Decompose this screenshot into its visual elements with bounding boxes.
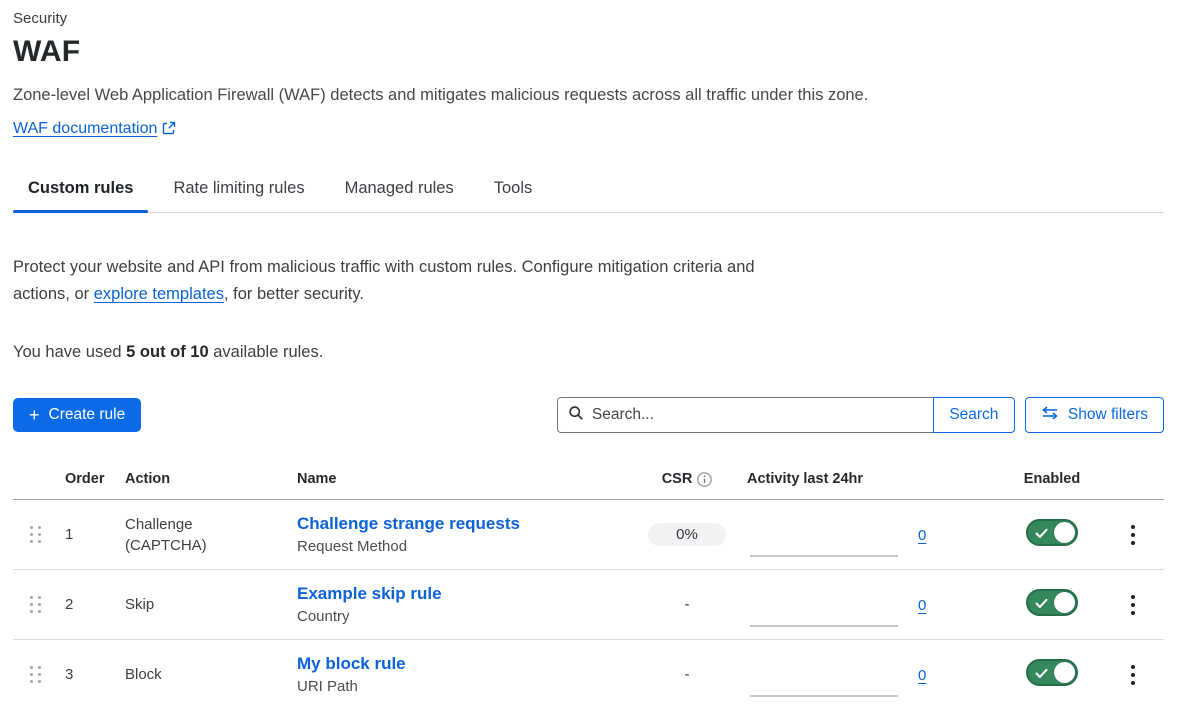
header-activity: Activity last 24hr xyxy=(747,471,977,487)
rule-enabled-cell xyxy=(977,519,1127,550)
rule-csr-cell: 0% xyxy=(627,523,747,546)
kebab-menu-button[interactable] xyxy=(1127,661,1139,689)
rule-order: 3 xyxy=(65,666,125,683)
swap-arrows-icon xyxy=(1041,406,1059,425)
breadcrumb: Security xyxy=(13,10,1164,27)
rule-name-cell: Example skip rule Country xyxy=(297,584,627,625)
waf-page: Security WAF Zone-level Web Application … xyxy=(0,0,1177,707)
rule-enabled-cell xyxy=(977,589,1127,620)
show-filters-label: Show filters xyxy=(1068,406,1148,424)
toggle-knob xyxy=(1054,592,1075,613)
tab-managed-rules[interactable]: Managed rules xyxy=(330,169,469,212)
external-link-icon xyxy=(162,121,176,140)
rule-activity-cell: 0 xyxy=(747,653,977,697)
usage-text-after: available rules. xyxy=(209,343,324,361)
csr-value: - xyxy=(685,596,690,613)
search-button[interactable]: Search xyxy=(933,397,1015,433)
rules-table: Order Action Name CSR Activity last 24hr… xyxy=(13,461,1164,707)
page-title: WAF xyxy=(13,35,1164,69)
tab-bar: Custom rules Rate limiting rules Managed… xyxy=(13,169,1164,213)
drag-handle-icon[interactable] xyxy=(30,526,42,543)
kebab-menu-button[interactable] xyxy=(1127,521,1139,549)
activity-sparkline xyxy=(750,527,898,557)
header-csr-label: CSR xyxy=(662,471,693,487)
rule-menu-cell xyxy=(1127,591,1167,619)
enabled-toggle[interactable] xyxy=(1026,589,1078,616)
rule-activity-cell: 0 xyxy=(747,513,977,557)
usage-text-before: You have used xyxy=(13,343,126,361)
activity-count-link[interactable]: 0 xyxy=(918,597,926,614)
header-action: Action xyxy=(125,471,297,487)
search-input[interactable] xyxy=(592,406,923,424)
rule-enabled-cell xyxy=(977,659,1127,690)
search-box xyxy=(557,397,934,433)
csr-value: - xyxy=(685,666,690,683)
drag-handle-cell xyxy=(13,596,65,613)
rule-csr-cell: - xyxy=(627,596,747,613)
csr-value: 0% xyxy=(648,523,726,546)
rule-name-link[interactable]: My block rule xyxy=(297,654,627,674)
rule-name-cell: Challenge strange requests Request Metho… xyxy=(297,514,627,555)
info-icon[interactable] xyxy=(697,472,712,487)
drag-handle-cell xyxy=(13,666,65,683)
check-icon xyxy=(1035,526,1048,543)
rule-action: Challenge (CAPTCHA) xyxy=(125,514,297,556)
usage-count: 5 out of 10 xyxy=(126,343,209,361)
table-header-row: Order Action Name CSR Activity last 24hr… xyxy=(13,461,1164,500)
search-icon xyxy=(568,405,584,426)
create-rule-label: Create rule xyxy=(49,406,126,424)
enabled-toggle[interactable] xyxy=(1026,519,1078,546)
rule-action: Skip xyxy=(125,594,297,615)
rule-match-field: Request Method xyxy=(297,538,627,555)
rule-name-cell: My block rule URI Path xyxy=(297,654,627,695)
toolbar: + Create rule Search Show filters xyxy=(13,397,1164,433)
check-icon xyxy=(1035,666,1048,683)
tab-custom-rules[interactable]: Custom rules xyxy=(13,169,148,212)
header-enabled: Enabled xyxy=(977,471,1127,487)
activity-count-link[interactable]: 0 xyxy=(918,527,926,544)
waf-documentation-link[interactable]: WAF documentation xyxy=(13,120,157,137)
rule-match-field: URI Path xyxy=(297,678,627,695)
rule-menu-cell xyxy=(1127,521,1167,549)
tab-rate-limiting-rules[interactable]: Rate limiting rules xyxy=(158,169,319,212)
rule-name-link[interactable]: Challenge strange requests xyxy=(297,514,627,534)
plus-icon: + xyxy=(29,406,40,424)
create-rule-button[interactable]: + Create rule xyxy=(13,398,141,432)
enabled-toggle[interactable] xyxy=(1026,659,1078,686)
rule-csr-cell: - xyxy=(627,666,747,683)
header-name: Name xyxy=(297,471,627,487)
drag-handle-icon[interactable] xyxy=(30,666,42,683)
drag-handle-cell xyxy=(13,526,65,543)
activity-count-link[interactable]: 0 xyxy=(918,667,926,684)
rule-action: Block xyxy=(125,664,297,685)
rule-match-field: Country xyxy=(297,608,627,625)
activity-sparkline xyxy=(750,597,898,627)
rule-activity-cell: 0 xyxy=(747,583,977,627)
usage-text: You have used 5 out of 10 available rule… xyxy=(13,343,1164,362)
tab-tools[interactable]: Tools xyxy=(479,169,548,212)
rule-menu-cell xyxy=(1127,661,1167,689)
toggle-knob xyxy=(1054,522,1075,543)
intro-text-after: , for better security. xyxy=(224,285,364,303)
table-row: 2 Skip Example skip rule Country - 0 xyxy=(13,570,1164,640)
drag-handle-icon[interactable] xyxy=(30,596,42,613)
check-icon xyxy=(1035,596,1048,613)
activity-sparkline xyxy=(750,667,898,697)
show-filters-button[interactable]: Show filters xyxy=(1025,397,1164,433)
rule-order: 1 xyxy=(65,526,125,543)
toggle-knob xyxy=(1054,662,1075,683)
explore-templates-link[interactable]: explore templates xyxy=(94,285,224,303)
intro-text: Protect your website and API from malici… xyxy=(13,254,758,308)
rule-order: 2 xyxy=(65,596,125,613)
kebab-menu-button[interactable] xyxy=(1127,591,1139,619)
rule-name-link[interactable]: Example skip rule xyxy=(297,584,627,604)
header-order: Order xyxy=(65,471,125,487)
table-row: 1 Challenge (CAPTCHA) Challenge strange … xyxy=(13,500,1164,570)
table-body: 1 Challenge (CAPTCHA) Challenge strange … xyxy=(13,500,1164,707)
table-row: 3 Block My block rule URI Path - 0 xyxy=(13,640,1164,707)
page-description: Zone-level Web Application Firewall (WAF… xyxy=(13,86,1164,105)
header-csr: CSR xyxy=(627,471,747,487)
